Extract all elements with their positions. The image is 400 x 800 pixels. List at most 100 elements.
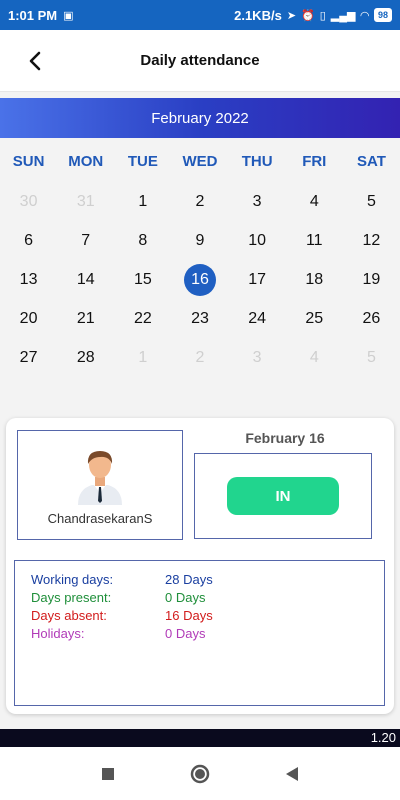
calendar-day[interactable]: 28: [57, 338, 114, 377]
stat-row: Holidays: 0 Days: [31, 625, 368, 643]
stat-value: 0 Days: [165, 626, 206, 641]
calendar-day[interactable]: 3: [229, 338, 286, 377]
calendar-day[interactable]: 20: [0, 299, 57, 338]
calendar-day-number: 26: [362, 309, 381, 327]
calendar-day[interactable]: 17: [229, 260, 286, 299]
calendar-day[interactable]: 5: [343, 182, 400, 221]
calendar-day-number: 17: [248, 270, 267, 288]
calendar-day[interactable]: 24: [229, 299, 286, 338]
battery-icon: 98: [373, 8, 392, 22]
stat-label: Working days:: [31, 572, 114, 587]
calendar-day-number: 19: [362, 270, 381, 288]
calendar-day[interactable]: 23: [171, 299, 228, 338]
stat-label: Days absent:: [31, 608, 107, 623]
calendar-day[interactable]: 4: [286, 338, 343, 377]
calendar-day-number: 7: [81, 231, 91, 249]
day-grid: 30 31 1 2 3 4 5 6 7 8 9 10 11 12 13 14 15 16 17 18 19 20 21 22 2…: [0, 182, 400, 377]
weekday-mon: MON: [68, 152, 104, 170]
square-icon: [102, 767, 114, 780]
calendar-day-number: 25: [305, 309, 324, 327]
version-label: 1.20: [0, 729, 400, 747]
calendar-day-number: 18: [305, 270, 324, 288]
stat-label: Days present:: [31, 590, 112, 605]
stat-label: Holidays:: [31, 626, 85, 641]
calendar-day[interactable]: 3: [229, 182, 286, 221]
weekday-wed: WED: [182, 152, 218, 170]
calendar-day[interactable]: 11: [286, 221, 343, 260]
calendar-day-number: 2: [195, 192, 205, 210]
calendar-day[interactable]: 22: [114, 299, 171, 338]
calendar-day-number: 28: [76, 348, 95, 366]
calendar-day-number: 8: [138, 231, 148, 249]
calendar-day[interactable]: 1: [114, 338, 171, 377]
weekday-sun: SUN: [12, 152, 45, 170]
calendar-day-number: 5: [366, 348, 376, 366]
calendar-day[interactable]: 4: [286, 182, 343, 221]
calendar-day[interactable]: 18: [286, 260, 343, 299]
calendar-day[interactable]: 2: [171, 182, 228, 221]
calendar-day[interactable]: 25: [286, 299, 343, 338]
home-button[interactable]: [188, 762, 212, 786]
back-button[interactable]: [20, 46, 50, 76]
calendar-day[interactable]: 5: [343, 338, 400, 377]
status-box: IN: [194, 453, 372, 539]
weekday-tue: TUE: [127, 152, 158, 170]
stat-row: Days absent: 16 Days: [31, 607, 368, 625]
weekday-sat: SAT: [356, 152, 386, 170]
calendar-day-number: 1: [138, 348, 148, 366]
calendar-day[interactable]: 13: [0, 260, 57, 299]
calendar-day-number: 1: [138, 192, 148, 210]
calendar-day-number: 20: [19, 309, 38, 327]
back-arrow-icon: [29, 51, 41, 71]
calendar-day-number: 21: [76, 309, 95, 327]
calendar-day[interactable]: 21: [57, 299, 114, 338]
calendar-day[interactable]: 2: [171, 338, 228, 377]
calendar-day-number: 3: [252, 192, 262, 210]
calendar-day-number: 13: [19, 270, 38, 288]
app-bar: Daily attendance: [0, 30, 400, 92]
stat-value: 0 Days: [165, 590, 206, 605]
calendar-day[interactable]: 14: [57, 260, 114, 299]
calendar-day-selected[interactable]: 16: [171, 260, 228, 299]
back-nav-button[interactable]: [280, 762, 304, 786]
stat-row: Days present: 0 Days: [31, 589, 368, 607]
weekday-row: SUN MON TUE WED THU FRI SAT: [0, 140, 400, 182]
location-icon: ➤: [286, 9, 297, 22]
in-button[interactable]: IN: [227, 477, 339, 515]
profile-box: ChandrasekaranS: [17, 430, 183, 540]
calendar-day-number: 30: [19, 192, 38, 210]
calendar-day[interactable]: 7: [57, 221, 114, 260]
calendar-day[interactable]: 10: [229, 221, 286, 260]
network-speed: 2.1KB/s: [234, 7, 282, 23]
calendar-day[interactable]: 12: [343, 221, 400, 260]
calendar-day-number: 11: [305, 231, 323, 249]
calendar-day-number: 23: [191, 309, 209, 327]
wifi-icon: ◠: [360, 9, 369, 22]
calendar-day[interactable]: 8: [114, 221, 171, 260]
recents-button[interactable]: [96, 762, 120, 786]
calendar-day-number: 15: [133, 270, 152, 288]
calendar-day-number: 16: [183, 263, 216, 296]
calendar-day[interactable]: 6: [0, 221, 57, 260]
calendar-day-number: 6: [24, 231, 34, 249]
calendar-day-number: 24: [248, 309, 267, 327]
calendar-day[interactable]: 19: [343, 260, 400, 299]
selected-date-label: February 16: [245, 430, 325, 446]
calendar-day[interactable]: 31: [57, 182, 114, 221]
stats-box: Working days: 28 Days Days present: 0 Days D…: [14, 560, 385, 706]
calendar-day-number: 31: [76, 192, 95, 210]
page-title: Daily attendance: [140, 52, 260, 69]
clock: 1:01 PM: [8, 7, 58, 23]
calendar-day[interactable]: 9: [171, 221, 228, 260]
calendar-day[interactable]: 1: [114, 182, 171, 221]
calendar-day[interactable]: 27: [0, 338, 57, 377]
calendar-day-number: 9: [195, 231, 205, 249]
calendar-day-number: 22: [133, 309, 152, 327]
stat-value: 28 Days: [165, 572, 213, 587]
alarm-icon: ⏰: [301, 9, 315, 22]
calendar-day-number: 4: [309, 348, 319, 366]
circle-icon: [190, 764, 210, 783]
calendar-day[interactable]: 15: [114, 260, 171, 299]
calendar-day[interactable]: 26: [343, 299, 400, 338]
calendar-day[interactable]: 30: [0, 182, 57, 221]
